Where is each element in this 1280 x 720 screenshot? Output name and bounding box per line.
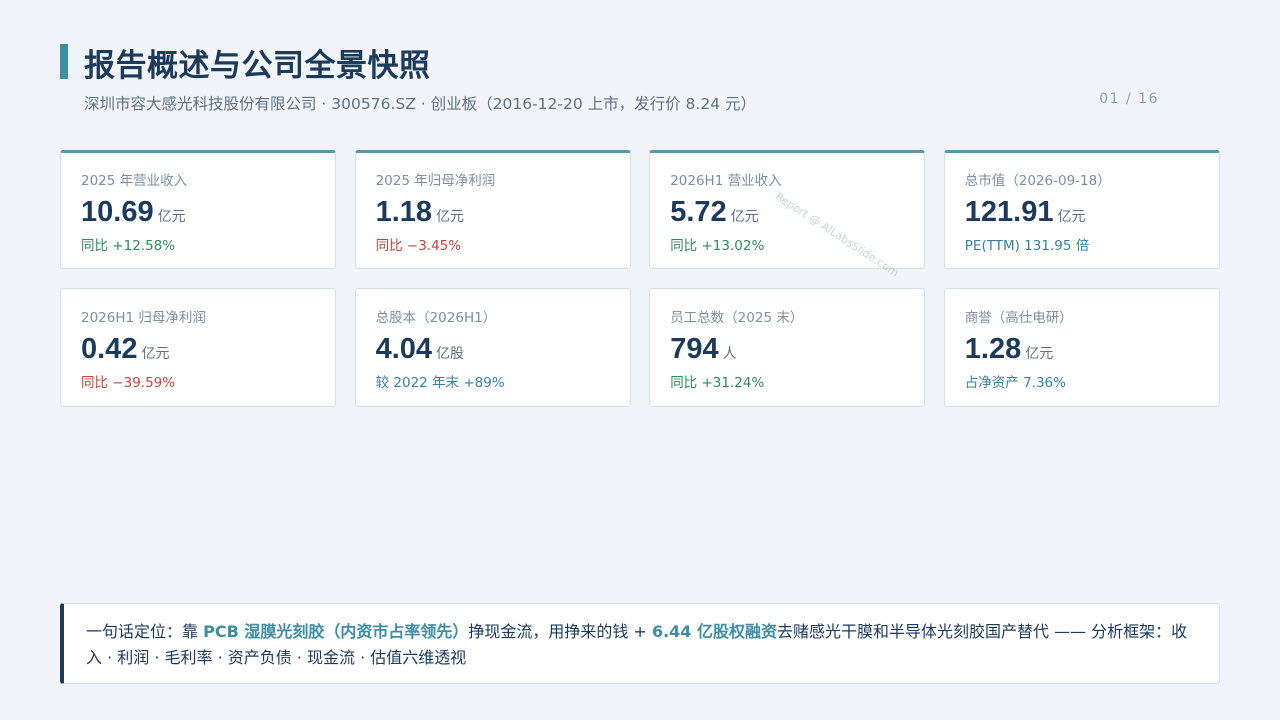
metric-note: 同比 +13.02% <box>670 238 765 254</box>
metric-card-net-profit-2025: 2025 年归母净利润 1.18 亿元 同比 −3.45% <box>354 150 631 269</box>
metric-value: 0.42 <box>81 333 138 365</box>
summary-middle: 挣现金流，用挣来的钱 + <box>468 622 652 641</box>
summary-box: 一句话定位：靠 PCB 湿膜光刻胶（内资市占率领先）挣现金流，用挣来的钱 + 6… <box>60 603 1220 684</box>
metrics-grid: 2025 年营业收入 10.69 亿元 同比 +12.58% 2025 年归母净利… <box>60 150 1220 407</box>
metric-unit: 亿元 <box>1057 209 1086 225</box>
metric-card-revenue-2026h1: 2026H1 营业收入 5.72 亿元 同比 +13.02% <box>649 150 926 269</box>
title-accent-bar <box>60 44 68 79</box>
metric-note: PE(TTM) 131.95 倍 <box>964 238 1090 254</box>
metric-label: 2026H1 营业收入 <box>670 173 782 189</box>
metric-unit: 亿元 <box>141 346 170 362</box>
metric-value: 1.18 <box>375 196 433 228</box>
metric-value: 794 <box>670 333 719 365</box>
page-title: 报告概述与公司全景快照 <box>84 48 431 84</box>
metric-note: 同比 −3.45% <box>375 238 462 254</box>
metric-unit: 亿元 <box>1025 346 1054 362</box>
metric-label: 2025 年营业收入 <box>81 173 188 189</box>
metric-note: 同比 +31.24% <box>670 375 765 391</box>
metric-label: 总市值（2026-09-18） <box>964 173 1111 189</box>
summary-highlight-pcb: PCB 湿膜光刻胶（内资市占率领先） <box>203 622 469 641</box>
metric-card-revenue-2025: 2025 年营业收入 10.69 亿元 同比 +12.58% <box>60 150 336 269</box>
page-subtitle: 深圳市容大感光科技股份有限公司 · 300576.SZ · 创业板（2016-1… <box>84 95 756 113</box>
metric-value: 4.04 <box>375 333 433 365</box>
summary-prefix: 一句话定位：靠 <box>86 622 204 641</box>
metric-card-market-cap: 总市值（2026-09-18） 121.91 亿元 PE(TTM) 131.95 … <box>943 150 1220 269</box>
metric-value: 5.72 <box>670 196 727 228</box>
metric-unit: 人 <box>722 346 737 362</box>
metric-card-total-shares: 总股本（2026H1） 4.04 亿股 较 2022 年末 +89% <box>354 288 631 407</box>
metric-note: 较 2022 年末 +89% <box>375 375 505 391</box>
metric-note: 同比 +12.58% <box>81 238 176 254</box>
metric-value: 121.91 <box>964 196 1054 228</box>
page-number: 01 / 16 <box>1099 91 1159 107</box>
metric-note: 占净资产 7.36% <box>964 375 1066 391</box>
metric-card-goodwill: 商誉（高仕电研） 1.28 亿元 占净资产 7.36% <box>943 288 1220 407</box>
metric-card-net-profit-2026h1: 2026H1 归母净利润 0.42 亿元 同比 −39.59% <box>60 288 336 407</box>
metric-unit: 亿股 <box>436 346 465 362</box>
metric-unit: 亿元 <box>730 209 759 225</box>
metric-label: 商誉（高仕电研） <box>964 310 1073 326</box>
summary-highlight-financing: 6.44 亿股权融资 <box>651 622 777 641</box>
metric-unit: 亿元 <box>436 209 465 225</box>
metric-note: 同比 −39.59% <box>81 375 176 391</box>
metric-unit: 亿元 <box>157 209 186 225</box>
metric-label: 2025 年归母净利润 <box>375 173 496 189</box>
metric-label: 总股本（2026H1） <box>375 310 497 326</box>
metric-value: 10.69 <box>81 196 154 228</box>
metric-label: 2026H1 归母净利润 <box>81 310 206 326</box>
metric-label: 员工总数（2025 末） <box>670 310 804 326</box>
metric-card-employees: 员工总数（2025 末） 794 人 同比 +31.24% <box>649 288 926 407</box>
metric-value: 1.28 <box>964 333 1022 365</box>
